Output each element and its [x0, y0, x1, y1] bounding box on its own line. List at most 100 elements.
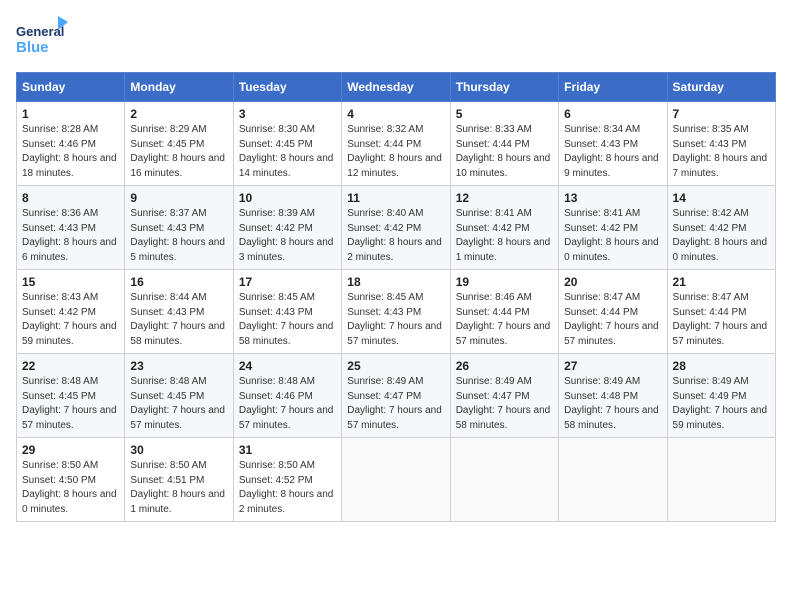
calendar-table: SundayMondayTuesdayWednesdayThursdayFrid… — [16, 72, 776, 522]
calendar-cell: 30 Sunrise: 8:50 AMSunset: 4:51 PMDaylig… — [125, 438, 233, 522]
day-detail: Sunrise: 8:50 AMSunset: 4:50 PMDaylight:… — [22, 460, 117, 515]
calendar-cell: 20 Sunrise: 8:47 AMSunset: 4:44 PMDaylig… — [559, 270, 667, 354]
calendar-cell: 21 Sunrise: 8:47 AMSunset: 4:44 PMDaylig… — [667, 270, 775, 354]
day-number: 27 — [564, 359, 661, 373]
day-number: 15 — [22, 275, 119, 289]
day-detail: Sunrise: 8:41 AMSunset: 4:42 PMDaylight:… — [564, 208, 659, 263]
day-detail: Sunrise: 8:48 AMSunset: 4:46 PMDaylight:… — [239, 376, 334, 431]
day-number: 7 — [673, 107, 770, 121]
day-detail: Sunrise: 8:46 AMSunset: 4:44 PMDaylight:… — [456, 292, 551, 347]
day-number: 23 — [130, 359, 227, 373]
calendar-cell: 13 Sunrise: 8:41 AMSunset: 4:42 PMDaylig… — [559, 186, 667, 270]
calendar-cell: 1 Sunrise: 8:28 AMSunset: 4:46 PMDayligh… — [17, 102, 125, 186]
day-detail: Sunrise: 8:28 AMSunset: 4:46 PMDaylight:… — [22, 124, 117, 179]
calendar-week-2: 8 Sunrise: 8:36 AMSunset: 4:43 PMDayligh… — [17, 186, 776, 270]
calendar-cell: 31 Sunrise: 8:50 AMSunset: 4:52 PMDaylig… — [233, 438, 341, 522]
calendar-cell — [559, 438, 667, 522]
calendar-cell: 16 Sunrise: 8:44 AMSunset: 4:43 PMDaylig… — [125, 270, 233, 354]
logo: General Blue — [16, 16, 68, 64]
calendar-week-5: 29 Sunrise: 8:50 AMSunset: 4:50 PMDaylig… — [17, 438, 776, 522]
logo-svg: General Blue — [16, 16, 68, 64]
calendar-cell: 10 Sunrise: 8:39 AMSunset: 4:42 PMDaylig… — [233, 186, 341, 270]
day-number: 8 — [22, 191, 119, 205]
day-number: 2 — [130, 107, 227, 121]
calendar-cell: 15 Sunrise: 8:43 AMSunset: 4:42 PMDaylig… — [17, 270, 125, 354]
day-detail: Sunrise: 8:49 AMSunset: 4:47 PMDaylight:… — [347, 376, 442, 431]
day-detail: Sunrise: 8:49 AMSunset: 4:49 PMDaylight:… — [673, 376, 768, 431]
day-detail: Sunrise: 8:32 AMSunset: 4:44 PMDaylight:… — [347, 124, 442, 179]
calendar-cell: 6 Sunrise: 8:34 AMSunset: 4:43 PMDayligh… — [559, 102, 667, 186]
svg-text:General: General — [16, 24, 64, 39]
day-detail: Sunrise: 8:39 AMSunset: 4:42 PMDaylight:… — [239, 208, 334, 263]
weekday-header-saturday: Saturday — [667, 73, 775, 102]
calendar-cell: 14 Sunrise: 8:42 AMSunset: 4:42 PMDaylig… — [667, 186, 775, 270]
day-detail: Sunrise: 8:37 AMSunset: 4:43 PMDaylight:… — [130, 208, 225, 263]
calendar-cell: 8 Sunrise: 8:36 AMSunset: 4:43 PMDayligh… — [17, 186, 125, 270]
calendar-cell: 17 Sunrise: 8:45 AMSunset: 4:43 PMDaylig… — [233, 270, 341, 354]
calendar-cell: 26 Sunrise: 8:49 AMSunset: 4:47 PMDaylig… — [450, 354, 558, 438]
calendar-cell: 11 Sunrise: 8:40 AMSunset: 4:42 PMDaylig… — [342, 186, 450, 270]
day-detail: Sunrise: 8:35 AMSunset: 4:43 PMDaylight:… — [673, 124, 768, 179]
calendar-cell: 29 Sunrise: 8:50 AMSunset: 4:50 PMDaylig… — [17, 438, 125, 522]
day-detail: Sunrise: 8:33 AMSunset: 4:44 PMDaylight:… — [456, 124, 551, 179]
day-number: 22 — [22, 359, 119, 373]
day-detail: Sunrise: 8:40 AMSunset: 4:42 PMDaylight:… — [347, 208, 442, 263]
weekday-header-tuesday: Tuesday — [233, 73, 341, 102]
day-number: 21 — [673, 275, 770, 289]
day-detail: Sunrise: 8:45 AMSunset: 4:43 PMDaylight:… — [347, 292, 442, 347]
day-number: 5 — [456, 107, 553, 121]
day-detail: Sunrise: 8:49 AMSunset: 4:48 PMDaylight:… — [564, 376, 659, 431]
day-number: 28 — [673, 359, 770, 373]
day-number: 1 — [22, 107, 119, 121]
day-number: 11 — [347, 191, 444, 205]
day-number: 25 — [347, 359, 444, 373]
calendar-cell — [342, 438, 450, 522]
day-number: 29 — [22, 443, 119, 457]
day-number: 14 — [673, 191, 770, 205]
weekday-header-monday: Monday — [125, 73, 233, 102]
calendar-cell: 9 Sunrise: 8:37 AMSunset: 4:43 PMDayligh… — [125, 186, 233, 270]
calendar-cell: 18 Sunrise: 8:45 AMSunset: 4:43 PMDaylig… — [342, 270, 450, 354]
calendar-cell — [667, 438, 775, 522]
weekday-header-wednesday: Wednesday — [342, 73, 450, 102]
day-number: 9 — [130, 191, 227, 205]
day-number: 16 — [130, 275, 227, 289]
calendar-cell: 7 Sunrise: 8:35 AMSunset: 4:43 PMDayligh… — [667, 102, 775, 186]
weekday-header-sunday: Sunday — [17, 73, 125, 102]
svg-text:Blue: Blue — [16, 39, 49, 56]
day-number: 6 — [564, 107, 661, 121]
day-number: 3 — [239, 107, 336, 121]
calendar-cell: 3 Sunrise: 8:30 AMSunset: 4:45 PMDayligh… — [233, 102, 341, 186]
calendar-cell: 23 Sunrise: 8:48 AMSunset: 4:45 PMDaylig… — [125, 354, 233, 438]
day-number: 24 — [239, 359, 336, 373]
day-number: 26 — [456, 359, 553, 373]
day-detail: Sunrise: 8:42 AMSunset: 4:42 PMDaylight:… — [673, 208, 768, 263]
day-detail: Sunrise: 8:41 AMSunset: 4:42 PMDaylight:… — [456, 208, 551, 263]
day-number: 19 — [456, 275, 553, 289]
calendar-cell: 25 Sunrise: 8:49 AMSunset: 4:47 PMDaylig… — [342, 354, 450, 438]
day-detail: Sunrise: 8:48 AMSunset: 4:45 PMDaylight:… — [22, 376, 117, 431]
day-detail: Sunrise: 8:43 AMSunset: 4:42 PMDaylight:… — [22, 292, 117, 347]
day-number: 12 — [456, 191, 553, 205]
weekday-header-friday: Friday — [559, 73, 667, 102]
day-detail: Sunrise: 8:45 AMSunset: 4:43 PMDaylight:… — [239, 292, 334, 347]
day-number: 10 — [239, 191, 336, 205]
day-number: 31 — [239, 443, 336, 457]
calendar-week-3: 15 Sunrise: 8:43 AMSunset: 4:42 PMDaylig… — [17, 270, 776, 354]
calendar-cell: 12 Sunrise: 8:41 AMSunset: 4:42 PMDaylig… — [450, 186, 558, 270]
calendar-cell: 5 Sunrise: 8:33 AMSunset: 4:44 PMDayligh… — [450, 102, 558, 186]
day-detail: Sunrise: 8:47 AMSunset: 4:44 PMDaylight:… — [673, 292, 768, 347]
calendar-cell: 22 Sunrise: 8:48 AMSunset: 4:45 PMDaylig… — [17, 354, 125, 438]
calendar-cell: 24 Sunrise: 8:48 AMSunset: 4:46 PMDaylig… — [233, 354, 341, 438]
day-number: 20 — [564, 275, 661, 289]
day-detail: Sunrise: 8:34 AMSunset: 4:43 PMDaylight:… — [564, 124, 659, 179]
weekday-header-thursday: Thursday — [450, 73, 558, 102]
calendar-cell: 19 Sunrise: 8:46 AMSunset: 4:44 PMDaylig… — [450, 270, 558, 354]
day-detail: Sunrise: 8:47 AMSunset: 4:44 PMDaylight:… — [564, 292, 659, 347]
day-number: 18 — [347, 275, 444, 289]
day-number: 13 — [564, 191, 661, 205]
page-header: General Blue — [16, 16, 776, 64]
calendar-cell: 2 Sunrise: 8:29 AMSunset: 4:45 PMDayligh… — [125, 102, 233, 186]
day-detail: Sunrise: 8:44 AMSunset: 4:43 PMDaylight:… — [130, 292, 225, 347]
calendar-week-1: 1 Sunrise: 8:28 AMSunset: 4:46 PMDayligh… — [17, 102, 776, 186]
